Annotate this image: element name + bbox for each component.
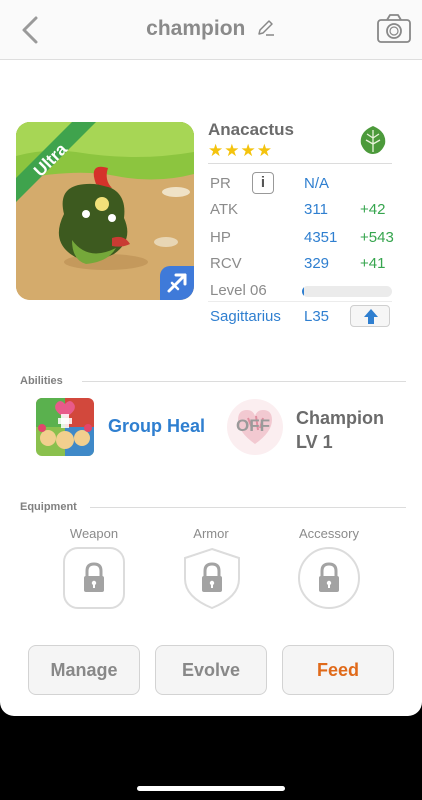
constellation-level: L35 (304, 308, 330, 325)
info-button[interactable]: i (252, 172, 274, 194)
accessory-slot[interactable] (298, 547, 360, 609)
stat-row-constellation: Sagittarius L35 (210, 305, 410, 332)
stat-row-rcv: RCV 329 +41 (210, 255, 410, 279)
screen: champion Ultra Anacactus ★★★★ PR i N/A A… (0, 0, 422, 716)
level-progress-bar (302, 286, 392, 297)
abilities-heading: Abilities (20, 375, 63, 387)
stat-row-atk: ATK 311 +42 (210, 201, 410, 225)
stat-value: N/A (304, 175, 330, 192)
stat-label: ATK (210, 201, 239, 218)
level-progress-fill (302, 286, 304, 297)
arrow-icon (167, 273, 187, 293)
level-label: Level 06 (210, 282, 267, 299)
upgrade-button[interactable] (350, 305, 390, 327)
stat-row-hp: HP 4351 +543 (210, 229, 410, 253)
stat-row-level: Level 06 (210, 282, 410, 306)
camera-icon[interactable] (376, 13, 412, 45)
arrow-up-icon (364, 309, 378, 324)
pencil-icon[interactable] (256, 17, 276, 37)
ability-artwork (36, 398, 94, 456)
stat-value: 329 (304, 255, 330, 272)
leader-skill-status: OFF (236, 416, 270, 435)
leader-skill-name[interactable]: Champion LV 1 (296, 406, 384, 454)
constellation-badge (160, 266, 194, 300)
equipment-heading: Equipment (20, 501, 77, 513)
stat-row-pr: PR i N/A (210, 172, 410, 199)
divider (90, 507, 406, 508)
manage-button[interactable]: Manage (28, 645, 140, 695)
stat-bonus: +543 (360, 229, 394, 246)
divider (208, 163, 392, 164)
stat-label: PR (210, 175, 231, 192)
star-rating: ★★★★ (208, 141, 273, 160)
stat-bonus: +41 (360, 255, 386, 272)
page-title: champion (146, 17, 246, 40)
armor-label: Armor (193, 526, 229, 541)
weapon-slot[interactable] (63, 547, 125, 609)
divider (208, 301, 392, 302)
stat-label: RCV (210, 255, 242, 272)
accessory-label: Accessory (299, 526, 359, 541)
constellation-link[interactable]: Sagittarius (210, 308, 281, 325)
stat-value: 311 (304, 201, 328, 218)
monster-name: Anacactus (208, 120, 294, 139)
leader-skill-name-line2: LV 1 (296, 432, 333, 452)
group-heal-icon[interactable] (36, 398, 94, 456)
monster-portrait[interactable]: Ultra (16, 122, 194, 300)
header-bar: champion (0, 0, 422, 60)
leader-skill-name-line1: Champion (296, 408, 384, 428)
feed-button[interactable]: Feed (282, 645, 394, 695)
stat-bonus: +42 (360, 201, 386, 218)
weapon-label: Weapon (69, 526, 119, 541)
evolve-button[interactable]: Evolve (155, 645, 267, 695)
skill-name[interactable]: Group Heal (108, 416, 205, 437)
divider (82, 381, 406, 382)
stat-label: HP (210, 229, 231, 246)
title-group: champion (0, 17, 422, 41)
stat-value: 4351 (304, 229, 338, 246)
armor-slot[interactable] (181, 547, 243, 609)
leaf-icon[interactable] (355, 122, 391, 158)
home-indicator[interactable] (137, 786, 285, 791)
